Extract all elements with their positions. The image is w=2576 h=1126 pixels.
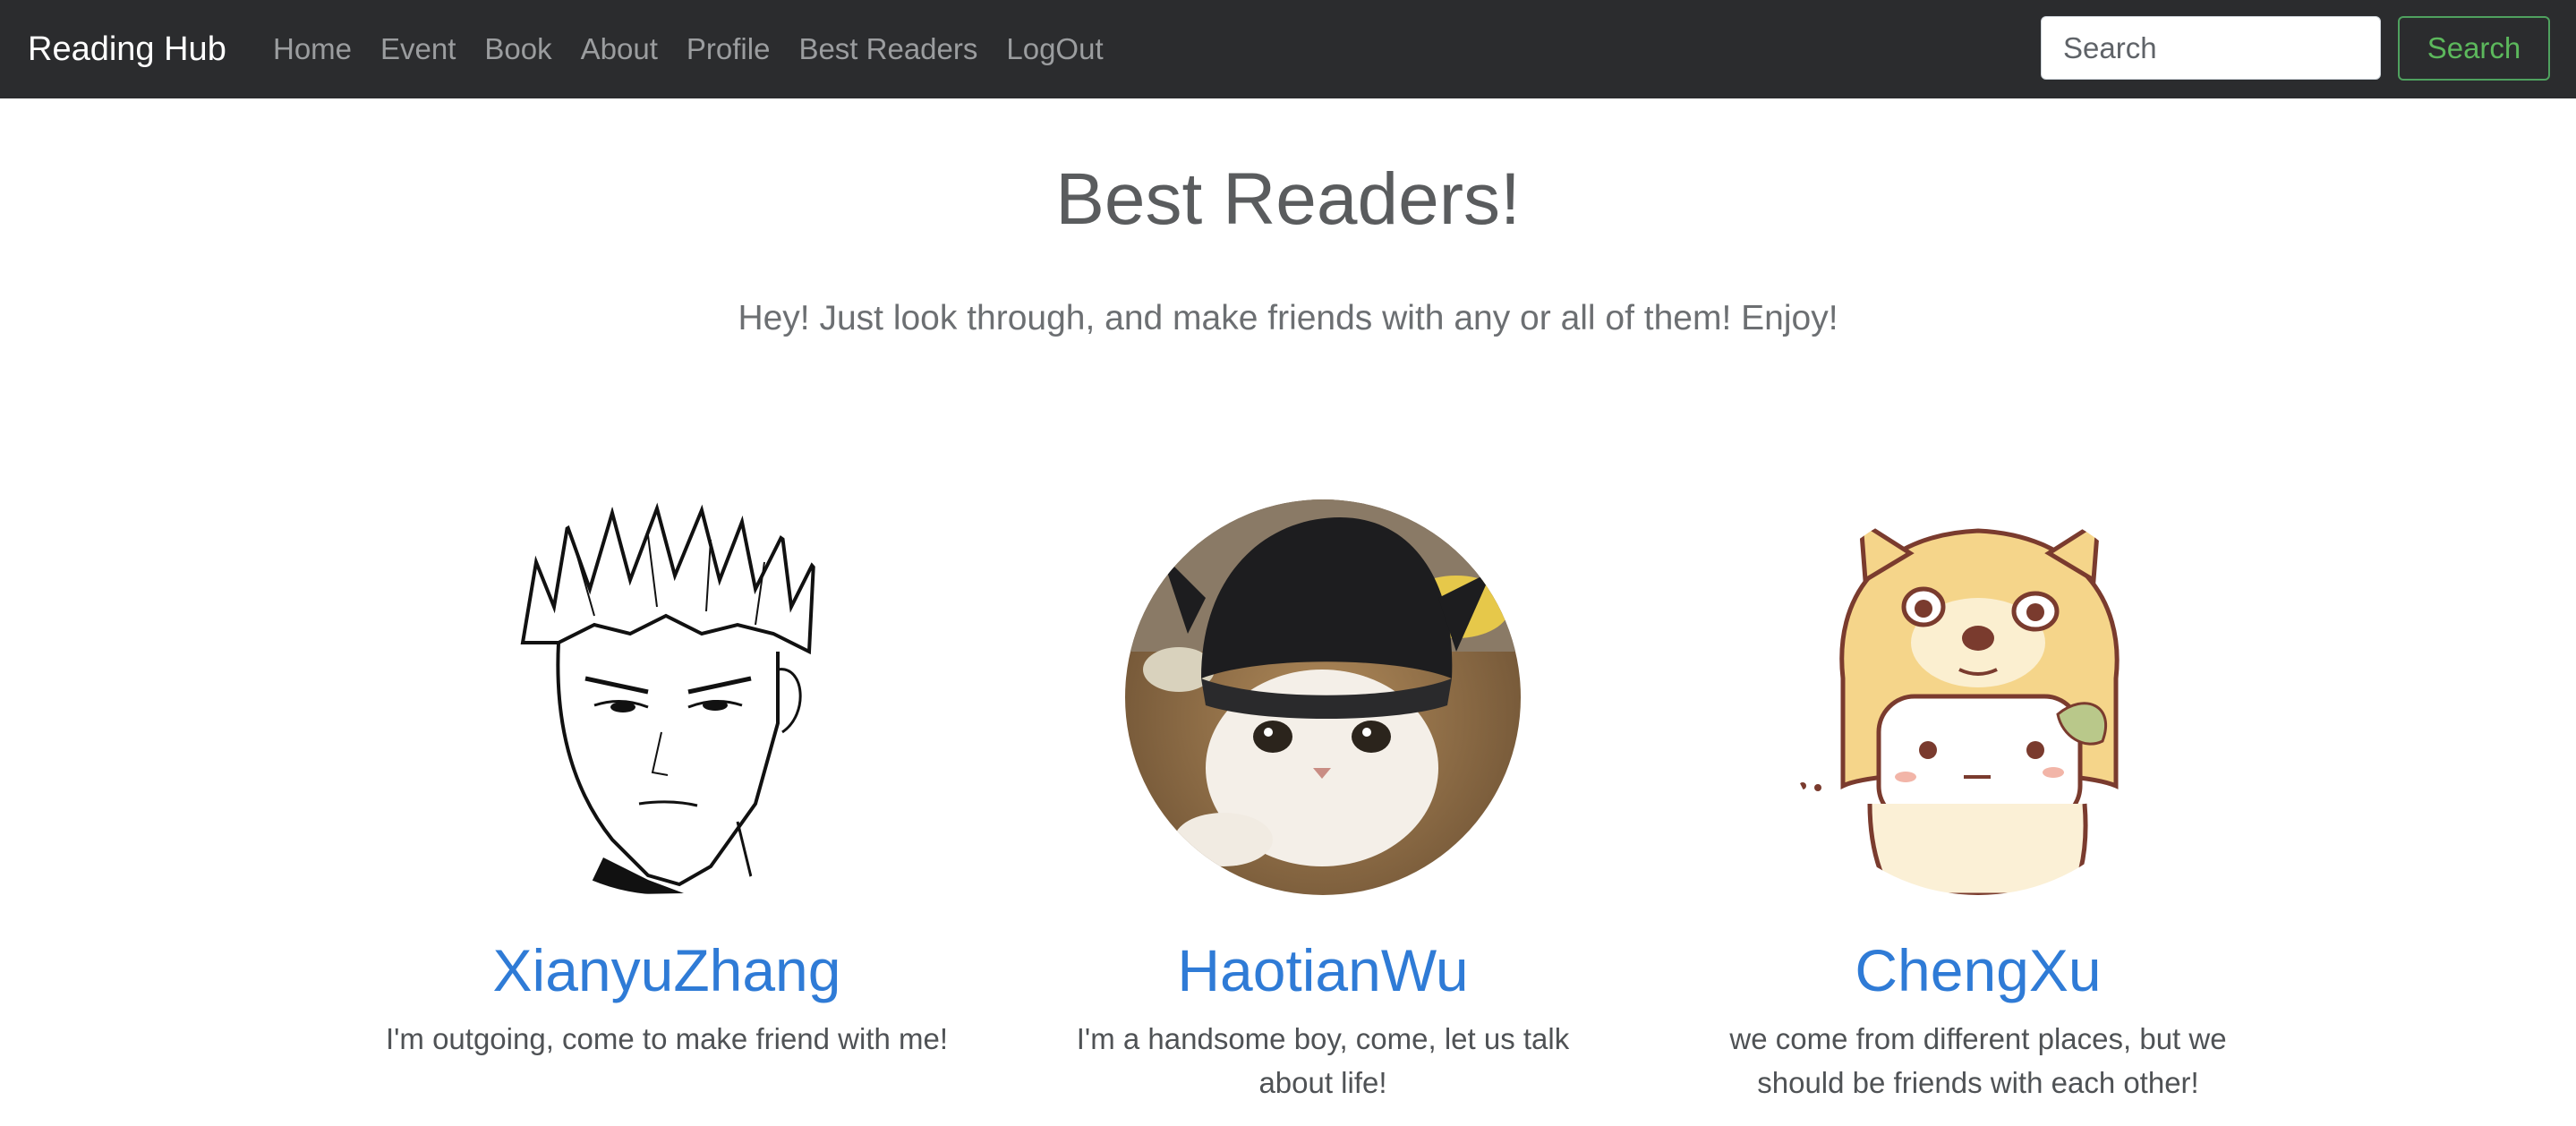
nav-link-event[interactable]: Event (380, 32, 456, 65)
reader-description: I'm a handsome boy, come, let us talk ab… (1076, 1022, 1570, 1099)
reader-description: I'm outgoing, come to make friend with m… (385, 1022, 949, 1055)
search-button[interactable]: Search (2398, 16, 2550, 81)
navbar: Reading Hub Home Event Book About Profil… (0, 0, 2576, 98)
reader-description: we come from different places, but we sh… (1729, 1022, 2227, 1099)
reader-name-link[interactable]: XianyuZhang (371, 934, 962, 1006)
sketch-boy-avatar (469, 499, 865, 895)
nav-link-logout[interactable]: LogOut (1006, 32, 1103, 65)
page-title: Best Readers! (1055, 158, 1521, 240)
nav-links: Home Event Book About Profile Best Reade… (273, 0, 1132, 98)
nav-link-best-readers[interactable]: Best Readers (798, 32, 977, 65)
shiba-costume-avatar (1780, 499, 2176, 895)
cat-in-hat-avatar (1125, 499, 1521, 895)
reader-card: XianyuZhang I'm outgoing, come to make f… (371, 499, 962, 1061)
page-subtitle: Hey! Just look through, and make friends… (738, 299, 1838, 337)
nav-link-profile[interactable]: Profile (687, 32, 771, 65)
reader-name-link[interactable]: ChengXu (1683, 934, 2273, 1006)
nav-link-book[interactable]: Book (484, 32, 551, 65)
nav-link-home[interactable]: Home (273, 32, 352, 65)
brand-logo-link[interactable]: Reading Hub (28, 0, 226, 98)
reader-name-link[interactable]: HaotianWu (1028, 934, 1618, 1006)
search-input[interactable] (2041, 16, 2381, 80)
reader-card: HaotianWu I'm a handsome boy, come, let … (1028, 499, 1618, 1105)
reader-card: ChengXu we come from different places, b… (1683, 499, 2273, 1105)
nav-link-about[interactable]: About (581, 32, 658, 65)
